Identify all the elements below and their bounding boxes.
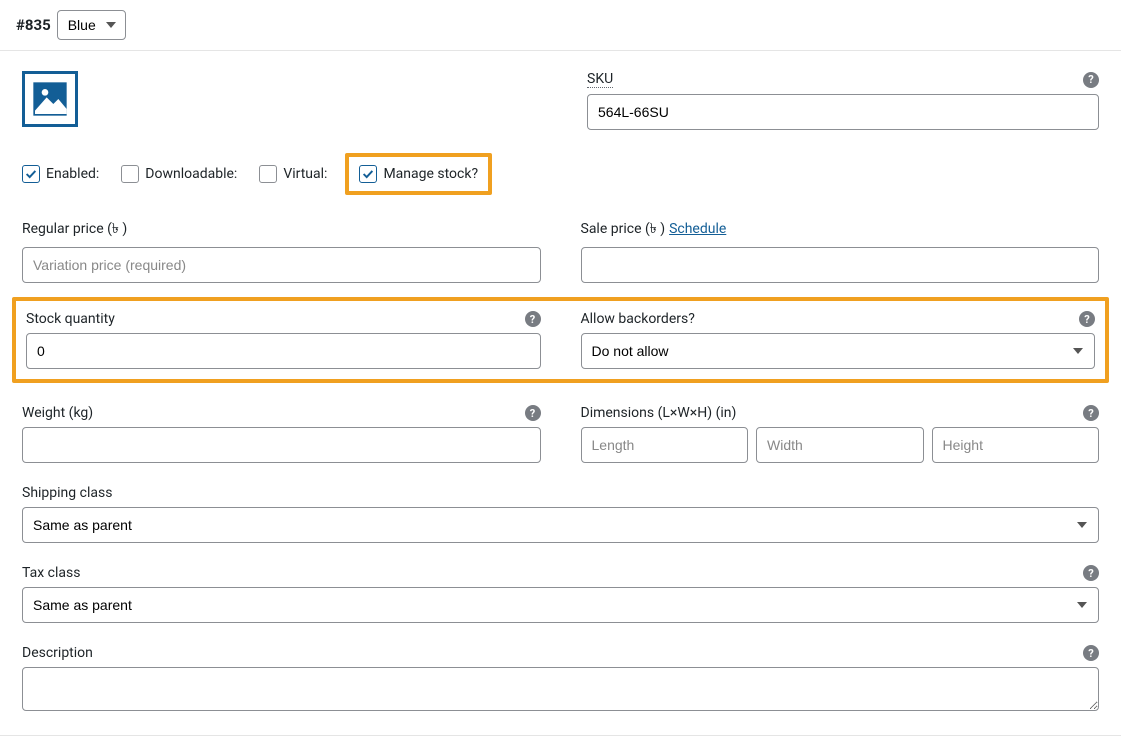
sku-input[interactable] [587, 94, 1099, 130]
regular-price-label: Regular price (৳ ) [22, 217, 127, 241]
tax-class-select[interactable]: Same as parent [22, 587, 1099, 623]
help-icon[interactable]: ? [1079, 311, 1095, 327]
sale-price-input[interactable] [581, 247, 1100, 283]
description-label: Description [22, 645, 93, 661]
virtual-label: Virtual: [283, 166, 327, 182]
manage-stock-checkbox-wrap[interactable]: Manage stock? [359, 165, 478, 183]
attribute-select[interactable]: Blue [57, 10, 126, 40]
enabled-label: Enabled: [46, 166, 99, 182]
weight-input[interactable] [22, 427, 541, 463]
downloadable-checkbox[interactable] [121, 165, 139, 183]
help-icon[interactable]: ? [1083, 72, 1099, 88]
allow-backorders-select[interactable]: Do not allow [581, 333, 1096, 369]
height-input[interactable] [932, 427, 1100, 463]
shipping-class-label: Shipping class [22, 485, 112, 501]
enabled-checkbox[interactable] [22, 165, 40, 183]
shipping-class-select[interactable]: Same as parent [22, 507, 1099, 543]
sku-label: SKU [587, 71, 613, 88]
variation-header: #835 Blue [0, 0, 1121, 51]
help-icon[interactable]: ? [525, 405, 541, 421]
help-icon[interactable]: ? [1083, 645, 1099, 661]
stock-quantity-input[interactable] [26, 333, 541, 369]
length-input[interactable] [581, 427, 749, 463]
dimensions-label: Dimensions (L×W×H) (in) [581, 405, 737, 421]
tax-class-label: Tax class [22, 565, 80, 581]
description-textarea[interactable] [22, 667, 1099, 711]
regular-price-input[interactable] [22, 247, 541, 283]
variation-image-placeholder[interactable] [22, 71, 78, 127]
allow-backorders-label: Allow backorders? [581, 311, 695, 327]
sale-price-label: Sale price (৳ ) [581, 217, 666, 241]
virtual-checkbox-wrap[interactable]: Virtual: [259, 165, 327, 183]
downloadable-label: Downloadable: [145, 166, 237, 182]
help-icon[interactable]: ? [1083, 565, 1099, 581]
help-icon[interactable]: ? [1083, 405, 1099, 421]
schedule-link[interactable]: Schedule [669, 221, 726, 237]
manage-stock-label: Manage stock? [383, 166, 478, 182]
width-input[interactable] [756, 427, 924, 463]
image-icon [30, 79, 70, 119]
enabled-checkbox-wrap[interactable]: Enabled: [22, 165, 99, 183]
downloadable-checkbox-wrap[interactable]: Downloadable: [121, 165, 237, 183]
stock-quantity-label: Stock quantity [26, 311, 115, 327]
variation-id: #835 [16, 16, 51, 34]
help-icon[interactable]: ? [525, 311, 541, 327]
weight-label: Weight (kg) [22, 405, 93, 421]
virtual-checkbox[interactable] [259, 165, 277, 183]
manage-stock-checkbox[interactable] [359, 165, 377, 183]
